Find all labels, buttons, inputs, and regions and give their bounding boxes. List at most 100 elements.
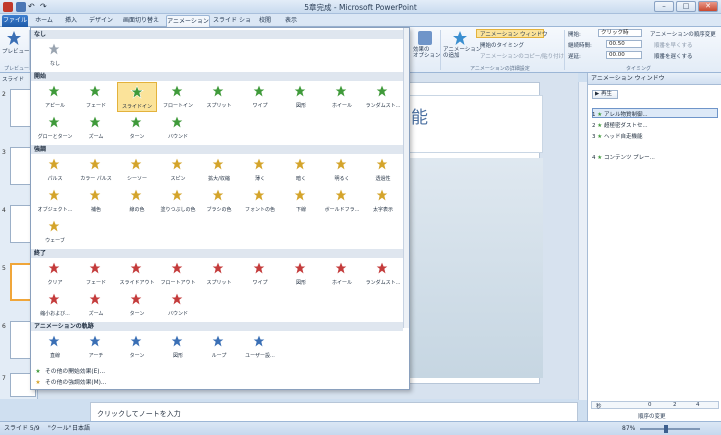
gallery-item[interactable]: 下線: [281, 186, 321, 216]
anim-item-row[interactable]: 3 ★ ヘッド自走機能: [592, 132, 642, 140]
window-title: 5章完成 - Microsoft PowerPoint: [304, 3, 417, 12]
gallery-item[interactable]: スライドアウト: [117, 259, 157, 289]
gallery-item[interactable]: グローとターン: [35, 113, 75, 143]
gallery-item[interactable]: 図形: [158, 332, 198, 362]
anim-pane-button[interactable]: アニメーション ウィンドウ: [480, 30, 548, 38]
preview-star-icon[interactable]: [6, 30, 22, 46]
gallery-item[interactable]: ズーム: [76, 113, 116, 143]
tab-view[interactable]: 表示: [280, 15, 302, 27]
gallery-menu-item[interactable]: ★その他の終了効果(X)...: [34, 388, 105, 389]
add-animation-star-icon[interactable]: [452, 30, 468, 48]
maximize-button[interactable]: □: [676, 1, 696, 12]
gallery-item[interactable]: ボールドフラ...: [322, 186, 362, 216]
gallery-item[interactable]: ワイプ: [240, 82, 280, 112]
gallery-item[interactable]: フォントの色: [240, 186, 280, 216]
tab-home[interactable]: ホーム: [30, 15, 58, 27]
gallery-item[interactable]: スプリット: [199, 259, 239, 289]
gallery-item[interactable]: スプリット: [199, 82, 239, 112]
gallery-item-none[interactable]: なし: [35, 40, 75, 70]
notes-pane[interactable]: クリックしてノートを入力: [90, 402, 578, 422]
gallery-item[interactable]: ランダムスト...: [363, 259, 403, 289]
gallery-item-label: フォントの色: [244, 207, 275, 213]
trigger-button[interactable]: 開始のタイミング: [480, 41, 524, 49]
gallery-item[interactable]: ホイール: [322, 259, 362, 289]
tab-slideshow[interactable]: スライド ショー: [212, 15, 252, 36]
slides-tab-label[interactable]: スライド: [2, 75, 24, 83]
gallery-item[interactable]: ループ: [199, 332, 239, 362]
gallery-item[interactable]: 図形: [281, 82, 321, 112]
zoom-slider[interactable]: [640, 428, 700, 430]
gallery-item[interactable]: スピン: [158, 155, 198, 185]
gallery-menu-item[interactable]: ★ その他の開始効果(E)...: [34, 366, 105, 375]
editor-vertical-scrollbar[interactable]: [578, 82, 587, 400]
gallery-item[interactable]: 縮小および...: [35, 290, 75, 320]
gallery-scrollbar[interactable]: [403, 28, 409, 328]
tab-design[interactable]: デザイン: [86, 15, 116, 27]
close-button[interactable]: ✕: [698, 1, 718, 12]
gallery-item[interactable]: クリア: [35, 259, 75, 289]
move-earlier-button[interactable]: 順番を早くする: [654, 41, 693, 49]
gallery-item[interactable]: 太字表示: [363, 186, 403, 216]
gallery-item[interactable]: アピール: [35, 82, 75, 112]
gallery-item-label: フロートアウト: [160, 280, 196, 286]
delay-input[interactable]: 00.00: [606, 51, 642, 59]
gallery-item[interactable]: 拡大/収縮: [199, 155, 239, 185]
gallery-item[interactable]: ターン: [117, 290, 157, 320]
gallery-item[interactable]: ズーム: [76, 290, 116, 320]
gallery-item[interactable]: ホイール: [322, 82, 362, 112]
anim-star-icon: ★: [597, 123, 603, 129]
tab-insert[interactable]: 挿入: [60, 15, 82, 27]
tab-file[interactable]: ファイル: [2, 15, 28, 27]
delay-label: 遅延:: [568, 54, 581, 60]
gallery-item[interactable]: カラー パルス: [76, 155, 116, 185]
gallery-item[interactable]: 明るく: [322, 155, 362, 185]
play-button[interactable]: ▶ 再生: [592, 90, 618, 99]
gallery-item[interactable]: 図形: [281, 259, 321, 289]
gallery-item[interactable]: バウンド: [158, 113, 198, 143]
anim-item-row[interactable]: 4 ★ コンテンツ プレー...: [592, 153, 655, 161]
add-animation-button[interactable]: アニメーション の追加: [443, 47, 481, 59]
gallery-item[interactable]: 薄く: [240, 155, 280, 185]
anim-item-row[interactable]: 1 ★ アレル物質制御...: [592, 110, 648, 118]
gallery-item[interactable]: シーソー: [117, 155, 157, 185]
gallery-item[interactable]: ターン: [117, 113, 157, 143]
gallery-item[interactable]: アーチ: [76, 332, 116, 362]
gallery-item[interactable]: パルス: [35, 155, 75, 185]
menu-star-icon: ★: [35, 369, 41, 375]
tab-review[interactable]: 校閲: [254, 15, 276, 27]
gallery-item-label: ズーム: [88, 134, 104, 140]
minimize-button[interactable]: –: [654, 1, 674, 12]
gallery-item[interactable]: バウンド: [158, 290, 198, 320]
gallery-item[interactable]: 線の色: [117, 186, 157, 216]
gallery-item[interactable]: 塗りつぶしの色: [158, 186, 198, 216]
gallery-menu-item[interactable]: ★ その他の強調効果(M)...: [34, 377, 106, 386]
gallery-item[interactable]: フロートアウト: [158, 259, 198, 289]
gallery-item[interactable]: 暗く: [281, 155, 321, 185]
gallery-item[interactable]: ターン: [117, 332, 157, 362]
anim-item-row[interactable]: 2 ★ 超極密ダストセ...: [592, 121, 648, 129]
gallery-item[interactable]: ランダムスト...: [363, 82, 403, 112]
move-later-button[interactable]: 順番を遅くする: [654, 52, 693, 60]
gallery-item[interactable]: オブジェクト...: [35, 186, 75, 216]
duration-input[interactable]: 00.50: [606, 40, 642, 48]
gallery-item[interactable]: 補色: [76, 186, 116, 216]
copy-animation-button[interactable]: アニメーションのコピー/貼り付け: [480, 52, 564, 60]
gallery-item[interactable]: ブラシの色: [199, 186, 239, 216]
gallery-item[interactable]: ユーザー設...: [240, 332, 280, 362]
tab-animations[interactable]: アニメーション: [166, 15, 210, 27]
tab-transitions[interactable]: 画面切り替え: [118, 15, 164, 27]
gallery-item[interactable]: 直線: [35, 332, 75, 362]
thumb-number: 6: [2, 323, 6, 330]
gallery-item[interactable]: フェード: [76, 82, 116, 112]
gallery-item[interactable]: 透過性: [363, 155, 403, 185]
gallery-item[interactable]: フェード: [76, 259, 116, 289]
gallery-item[interactable]: スライドイン: [117, 82, 157, 112]
effect-options-button[interactable]: 効果の オプション: [413, 47, 441, 59]
gallery-item[interactable]: ワイプ: [240, 259, 280, 289]
zoom-slider-thumb[interactable]: [664, 425, 668, 433]
gallery-item[interactable]: ウェーブ: [35, 217, 75, 247]
thumb-number: 7: [2, 375, 6, 382]
preview-button[interactable]: プレビュー: [2, 47, 30, 55]
start-select[interactable]: クリック時: [598, 29, 642, 37]
gallery-item[interactable]: フロートイン: [158, 82, 198, 112]
